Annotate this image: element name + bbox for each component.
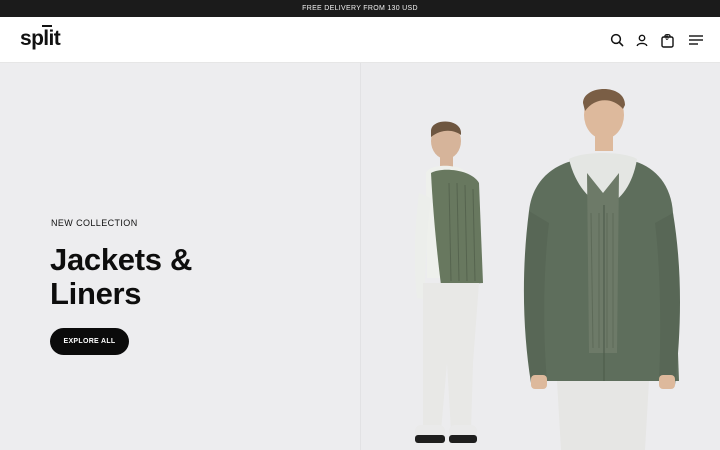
- model-front-view: [523, 89, 680, 450]
- cart-count-badge: 0: [665, 36, 669, 42]
- explore-all-button[interactable]: EXPLORE ALL: [50, 328, 129, 355]
- site-header: split 0: [0, 17, 720, 63]
- logo-mark: [42, 25, 52, 27]
- shopping-bag-icon[interactable]: 0: [658, 31, 676, 49]
- hero-title: Jackets & Liners: [50, 243, 300, 311]
- logo[interactable]: split: [20, 26, 61, 52]
- menu-icon[interactable]: [686, 31, 706, 49]
- model-side-view: [414, 121, 483, 443]
- hero-title-line-2: Liners: [50, 276, 142, 311]
- announcement-text: FREE DELIVERY FROM 130 USD: [302, 5, 418, 12]
- announcement-bar: FREE DELIVERY FROM 130 USD: [0, 0, 720, 17]
- search-icon[interactable]: [608, 31, 626, 49]
- account-icon[interactable]: [633, 31, 651, 49]
- hero-product-image: [414, 89, 680, 450]
- hero-title-line-1: Jackets &: [50, 242, 193, 277]
- hero-eyebrow: NEW COLLECTION: [51, 218, 138, 228]
- hero-image-panel: [361, 63, 720, 450]
